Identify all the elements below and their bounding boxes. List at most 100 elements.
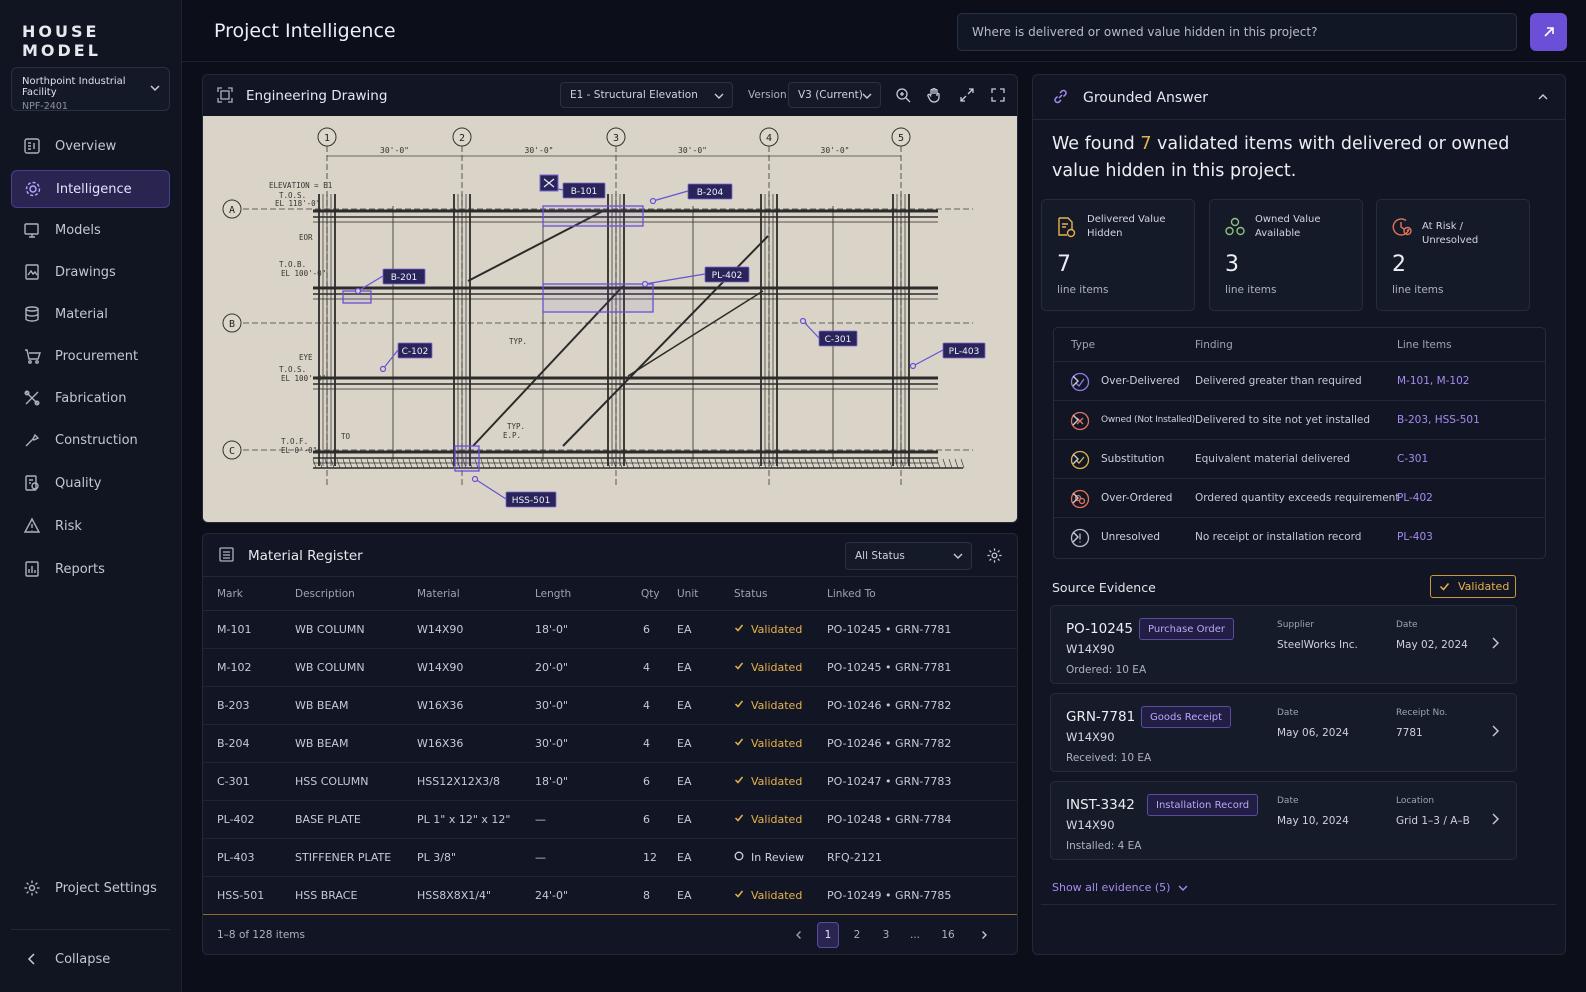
column-header[interactable]: Qty	[619, 576, 675, 611]
column-header[interactable]: Linked To	[825, 576, 1017, 611]
status-cell: Validated	[732, 724, 825, 763]
sheet-select[interactable]: E1 - Structural Elevation	[560, 82, 733, 108]
drawing-note: T.O.B.	[279, 260, 306, 269]
linked-docs-link[interactable]: PO-10245 • GRN-7781	[825, 648, 1017, 687]
mark-link[interactable]: PL-403	[203, 838, 293, 877]
nav-item-quality[interactable]: Quality	[11, 464, 170, 502]
finding-row-unresolved[interactable]: Unresolved No receipt or installation re…	[1054, 517, 1545, 556]
evidence-card-goods-receipt[interactable]: GRN-7781 Goods Receipt W14X90 Received: …	[1050, 693, 1517, 772]
finding-row-substitution[interactable]: Substitution Equivalent material deliver…	[1054, 439, 1545, 478]
linked-docs-link[interactable]: PO-10248 • GRN-7784	[825, 800, 1017, 839]
project-selector[interactable]: Northpoint Industrial Facility NPF-2401	[11, 67, 170, 112]
nav-label: Procurement	[55, 348, 139, 364]
column-header[interactable]: Length	[533, 576, 619, 611]
chevron-right-icon	[1490, 636, 1500, 650]
nav-label: Overview	[55, 138, 117, 154]
nav-item-construction[interactable]: Construction	[11, 421, 170, 459]
finding-row-over-delivered[interactable]: Over-Delivered Delivered greater than re…	[1054, 361, 1545, 400]
table-row[interactable]: HSS-501 HSS BRACE HSS8X8X1/4" 24'-0" 8 EA Vali…	[203, 876, 1017, 915]
table-row[interactable]: C-301 HSS COLUMN HSS12X12X3/8 18'-0" 6 EA Vali…	[203, 762, 1017, 801]
evidence-field-label: Location	[1396, 796, 1435, 806]
nav-label: Intelligence	[56, 181, 132, 197]
nav-item-project-settings[interactable]: Project Settings	[11, 869, 170, 907]
evidence-card-purchase-order[interactable]: PO-10245 Purchase Order W14X90 Ordered: …	[1050, 605, 1517, 684]
status-label: Validated	[751, 623, 803, 636]
linked-docs-link[interactable]: PO-10249 • GRN-7785	[825, 876, 1017, 915]
zoom-in-icon[interactable]	[893, 85, 913, 105]
mark-link[interactable]: PL-402	[203, 800, 293, 839]
column-header[interactable]: Mark	[203, 576, 293, 611]
status-filter-select[interactable]: All Status	[845, 542, 972, 570]
stat-card-at-risk[interactable]: At Risk / Unresolved 2 line items	[1376, 199, 1530, 311]
table-row[interactable]: M-102 WB COLUMN W14X90 20'-0" 4 EA Validated PO…	[203, 648, 1017, 687]
evidence-card-installation-record[interactable]: INST-3342 Installation Record W14X90 Ins…	[1050, 781, 1517, 860]
mark-link[interactable]: B-203	[203, 686, 293, 725]
mark-link[interactable]: B-204	[203, 724, 293, 763]
cell-desc: BASE PLATE	[293, 800, 415, 839]
table-row[interactable]: B-203 WB BEAM W16X36 30'-0" 4 EA Validated PO-1…	[203, 686, 1017, 725]
models-icon	[22, 220, 42, 240]
linked-docs-link[interactable]: PO-10246 • GRN-7782	[825, 724, 1017, 763]
nav-item-risk[interactable]: Risk	[11, 507, 170, 545]
span-dimension: 30'-0"	[525, 146, 554, 155]
grid-row-bubble: B	[222, 313, 242, 333]
nav-item-procurement[interactable]: Procurement	[11, 337, 170, 375]
next-page-button[interactable]	[973, 922, 995, 948]
stat-card-owned[interactable]: Owned Value Available 3 line items	[1209, 199, 1363, 311]
findings-table: Type Finding Line Items Over-Delivered D…	[1053, 327, 1546, 559]
linked-docs-link[interactable]: PO-10245 • GRN-7781	[825, 610, 1017, 649]
check-icon	[1439, 581, 1450, 592]
evidence-field-value: Grid 1–3 / A–B	[1396, 815, 1470, 827]
column-header[interactable]: Unit	[675, 576, 732, 611]
column-header[interactable]: Description	[293, 576, 415, 611]
table-row[interactable]: M-101 WB COLUMN W14X90 18'-0" 6 EA Validated PO…	[203, 610, 1017, 649]
nav-item-overview[interactable]: Overview	[11, 127, 170, 165]
table-row[interactable]: PL-403 STIFFENER PLATE PL 3/8" —12 EA In Revi…	[203, 838, 1017, 877]
mark-link[interactable]: HSS-501	[203, 876, 293, 915]
linked-docs-link[interactable]: PO-10247 • GRN-7783	[825, 762, 1017, 801]
stat-card-delivered[interactable]: Delivered Value Hidden 7 line items	[1041, 199, 1195, 311]
column-header[interactable]: Status	[732, 576, 825, 611]
cell-desc: STIFFENER PLATE	[293, 838, 415, 877]
mark-link[interactable]: M-102	[203, 648, 293, 687]
callout-label: B-201	[391, 273, 418, 283]
page-button-16[interactable]: 16	[937, 922, 959, 948]
finding-row-over-ordered[interactable]: Over-Ordered Ordered quantity exceeds re…	[1054, 478, 1545, 517]
prev-page-button[interactable]	[788, 922, 810, 948]
finding-row-owned[interactable]: Owned (Not Installed) Delivered to site …	[1054, 400, 1545, 439]
gear-icon[interactable]	[986, 547, 1003, 564]
nav-item-intelligence[interactable]: Intelligence	[11, 170, 170, 208]
page-button-2[interactable]: 2	[846, 922, 868, 948]
nav-item-fabrication[interactable]: Fabrication	[11, 379, 170, 417]
nav-item-material[interactable]: Material	[11, 295, 170, 333]
grounded-answer-panel: Grounded Answer We found 7 validated ite…	[1032, 74, 1566, 955]
column-header[interactable]: Material	[415, 576, 533, 611]
cell-material: PL 1" x 12" x 12"	[415, 800, 533, 839]
page-button-1[interactable]: 1	[817, 922, 839, 948]
table-row[interactable]: B-204 WB BEAM W16X36 30'-0" 4 EA Validated PO-1…	[203, 724, 1017, 763]
fullscreen-icon[interactable]	[988, 85, 1008, 105]
collapse-button[interactable]: Collapse	[11, 940, 170, 978]
check-icon	[734, 661, 744, 674]
drawing-canvas[interactable]: 1 2 3 4 5 A B C 30'-0" 30'-0" 30'-0" 30'-0" ELEVAT…	[203, 116, 1017, 522]
evidence-quantity: Received: 10 EA	[1066, 752, 1152, 764]
page-button-3[interactable]: 3	[875, 922, 897, 948]
linked-docs-link[interactable]: RFQ-2121	[825, 838, 1017, 877]
drawing-note: EL 0'-0"	[281, 446, 317, 455]
version-select[interactable]: V3 (Current)	[788, 82, 881, 108]
nav-item-drawings[interactable]: Drawings	[11, 253, 170, 291]
nav-item-models[interactable]: Models	[11, 211, 170, 249]
ask-submit-button[interactable]	[1530, 13, 1567, 51]
show-all-evidence-link[interactable]: Show all evidence (5)	[1052, 881, 1188, 894]
ask-input[interactable]	[957, 13, 1517, 51]
chevron-up-icon[interactable]	[1537, 91, 1549, 103]
pan-hand-icon[interactable]	[924, 85, 944, 105]
mark-link[interactable]: C-301	[203, 762, 293, 801]
nav-item-reports[interactable]: Reports	[11, 550, 170, 588]
cell-qty: 12	[619, 838, 675, 877]
table-row[interactable]: PL-402 BASE PLATE PL 1" x 12" x 12" —6 EA Val…	[203, 800, 1017, 839]
fit-screen-icon[interactable]	[957, 85, 977, 105]
linked-docs-link[interactable]: PO-10246 • GRN-7782	[825, 686, 1017, 725]
mark-link[interactable]: M-101	[203, 610, 293, 649]
evidence-type-tag: Installation Record	[1147, 794, 1259, 816]
